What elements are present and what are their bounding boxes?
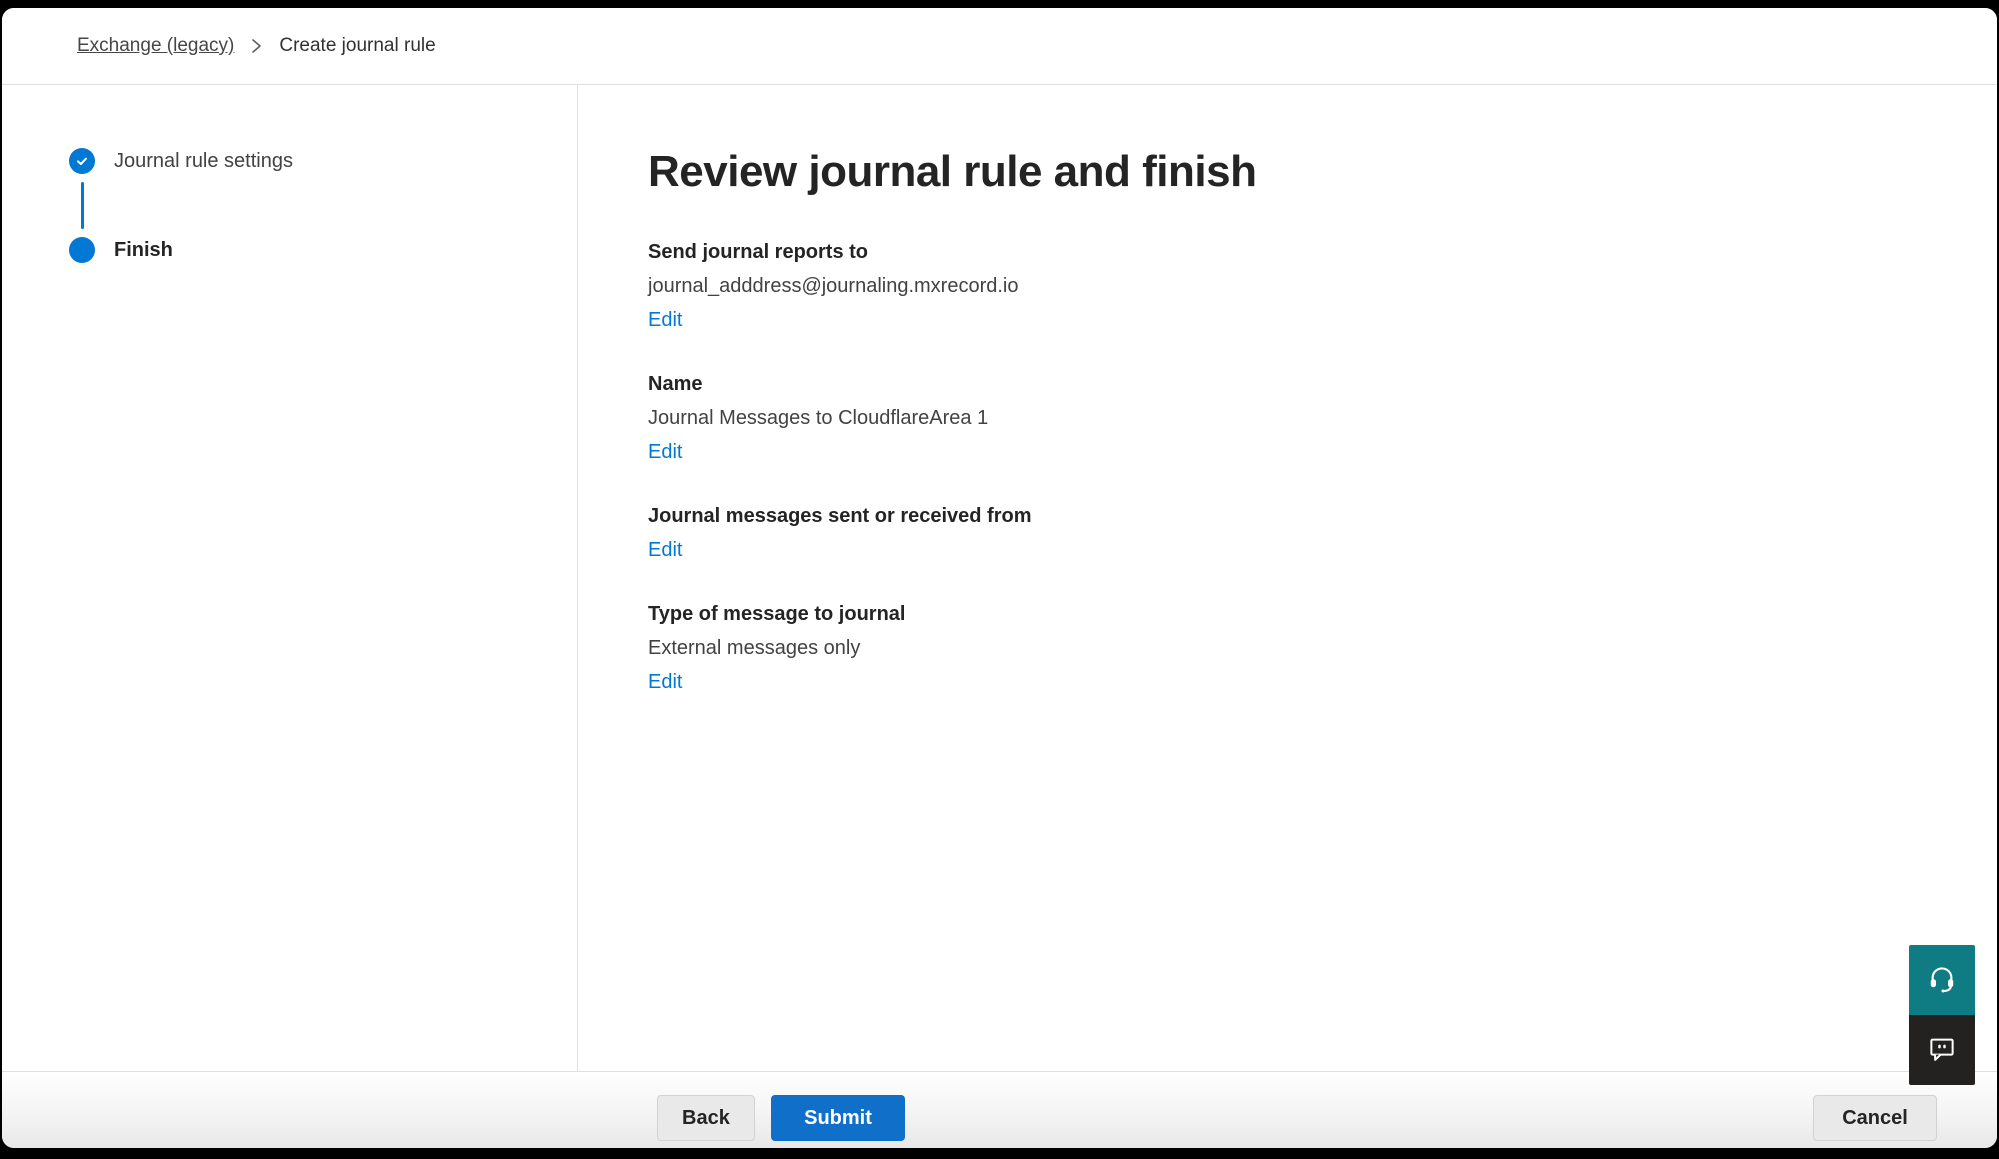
page-title: Review journal rule and finish: [648, 147, 1957, 197]
check-icon: [74, 153, 90, 169]
section-label: Journal messages sent or received from: [648, 499, 1957, 533]
edit-scope-link[interactable]: Edit: [648, 533, 682, 567]
app-window: Exchange (legacy) Create journal rule Jo…: [2, 8, 1997, 1148]
section-value: External messages only: [648, 631, 1957, 665]
edit-name-link[interactable]: Edit: [648, 435, 682, 469]
feedback-button[interactable]: [1909, 1015, 1975, 1085]
review-section-scope: Journal messages sent or received from E…: [648, 499, 1957, 567]
section-value: journal_adddress@journaling.mxrecord.io: [648, 269, 1957, 303]
stepper-step-finish[interactable]: Finish: [114, 237, 173, 263]
stepper-connector: [81, 182, 84, 229]
section-value: Journal Messages to CloudflareArea 1: [648, 401, 1957, 435]
review-section-name: Name Journal Messages to CloudflareArea …: [648, 367, 1957, 469]
breadcrumb-current: Create journal rule: [279, 35, 435, 57]
headset-icon: [1927, 964, 1957, 997]
step-completed-icon: [69, 148, 95, 174]
section-label: Name: [648, 367, 1957, 401]
stepper-step-journal-rule-settings[interactable]: Journal rule settings: [114, 148, 293, 174]
review-content: Review journal rule and finish Send jour…: [578, 85, 1997, 1071]
submit-button[interactable]: Submit: [771, 1095, 905, 1141]
support-button[interactable]: [1909, 945, 1975, 1015]
chevron-right-icon: [250, 36, 263, 56]
back-button[interactable]: Back: [657, 1095, 755, 1141]
step-current-icon: [69, 237, 95, 263]
breadcrumb: Exchange (legacy) Create journal rule: [2, 8, 1997, 85]
edit-message-type-link[interactable]: Edit: [648, 665, 682, 699]
cancel-button[interactable]: Cancel: [1813, 1095, 1937, 1141]
breadcrumb-link-exchange-legacy[interactable]: Exchange (legacy): [77, 35, 234, 57]
action-bar: Back Submit Cancel: [2, 1071, 1997, 1148]
review-section-message-type: Type of message to journal External mess…: [648, 597, 1957, 699]
section-label: Send journal reports to: [648, 235, 1957, 269]
wizard-stepper: Journal rule settings Finish: [2, 85, 578, 1071]
wizard-body: Journal rule settings Finish Review jour…: [2, 85, 1997, 1071]
chat-icon: [1927, 1034, 1957, 1067]
review-section-send-to: Send journal reports to journal_adddress…: [648, 235, 1957, 337]
section-label: Type of message to journal: [648, 597, 1957, 631]
edit-send-to-link[interactable]: Edit: [648, 303, 682, 337]
